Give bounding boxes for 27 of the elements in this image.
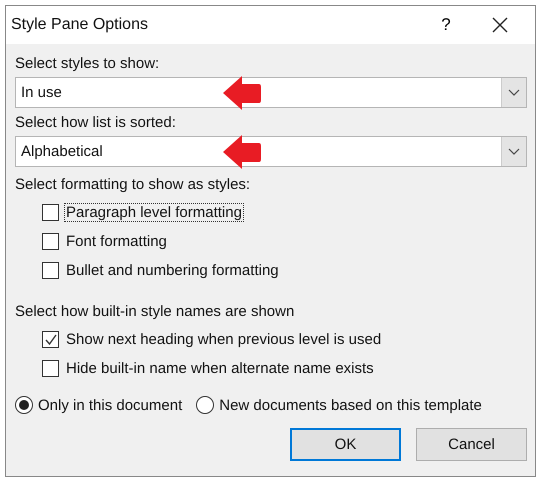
radio-label[interactable]: New documents based on this template xyxy=(219,396,482,414)
chevron-icon xyxy=(501,137,526,166)
close-icon xyxy=(491,16,509,34)
field-label: Select styles to show: xyxy=(15,54,160,74)
field-label: Select how list is sorted: xyxy=(15,113,177,133)
help-button[interactable]: ? xyxy=(421,6,471,44)
checkbox[interactable] xyxy=(42,331,59,348)
radio-button[interactable] xyxy=(196,396,214,414)
section-label: Select formatting to show as styles: xyxy=(15,175,252,195)
checkbox[interactable] xyxy=(42,360,59,377)
dropdown-field[interactable]: Alphabetical xyxy=(15,136,527,167)
section-label: Select how built-in style names are shown xyxy=(15,302,296,322)
checkbox-label[interactable]: Paragraph level formatting xyxy=(64,203,244,222)
checkbox[interactable] xyxy=(42,233,59,250)
cancel-button[interactable]: Cancel xyxy=(416,428,527,461)
checkbox-label[interactable]: Bullet and numbering formatting xyxy=(64,261,281,280)
checkbox[interactable] xyxy=(42,262,59,279)
ok-button[interactable]: OK xyxy=(290,428,401,461)
checkbox[interactable] xyxy=(42,204,59,221)
radio-button[interactable] xyxy=(15,396,33,414)
dropdown-field[interactable]: In use xyxy=(15,77,527,108)
checkbox-label[interactable]: Show next heading when previous level is used xyxy=(64,330,384,349)
checkbox-label[interactable]: Font formatting xyxy=(64,232,169,251)
window-title: Style Pane Options xyxy=(11,16,149,34)
chevron-icon xyxy=(501,78,526,107)
checkbox-label[interactable]: Hide built-in name when alternate name exists xyxy=(64,359,376,378)
radio-label[interactable]: Only in this document xyxy=(38,396,182,414)
